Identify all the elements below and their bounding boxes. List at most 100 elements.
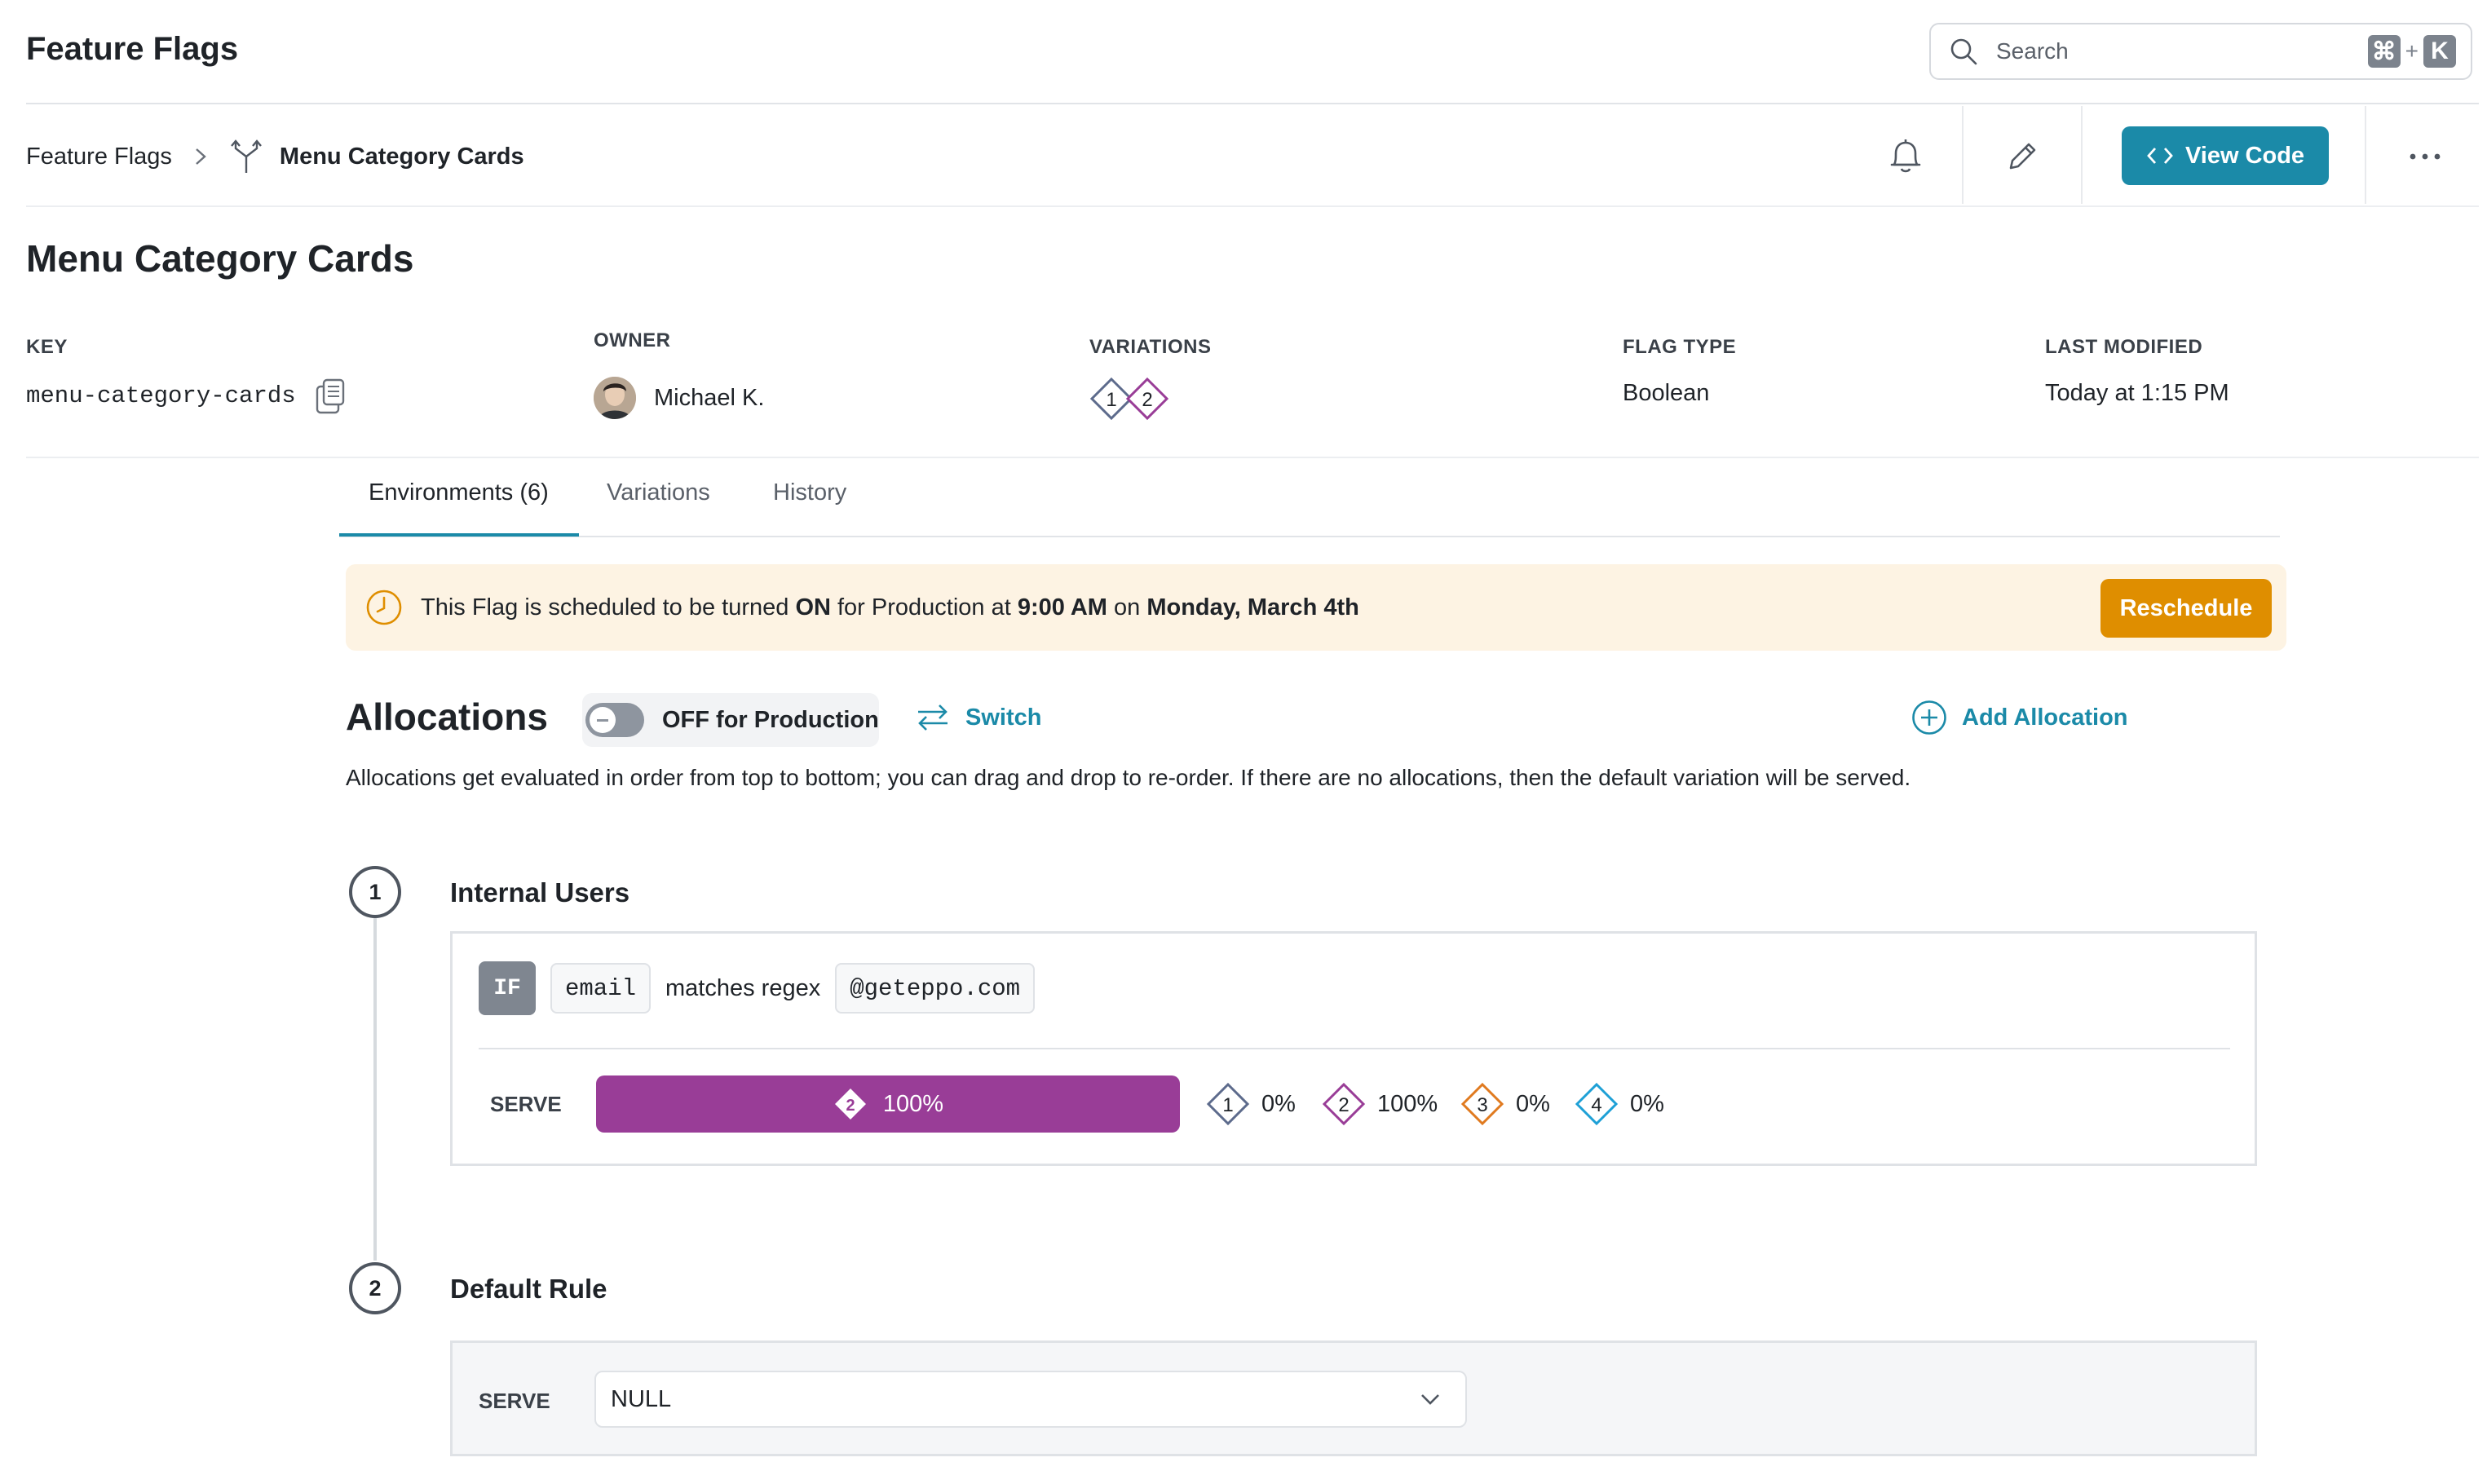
split-variation-2: 2	[1338, 1094, 1349, 1116]
variation-badge-2: 2	[1142, 389, 1152, 411]
split-arrows-icon	[229, 139, 263, 174]
variation-badge-1: 1	[1106, 389, 1116, 411]
split-percent-3: 0%	[1516, 1090, 1550, 1117]
breadcrumb: Feature Flags Menu Category Cards	[26, 139, 524, 174]
variations-label: VARIATIONS	[1089, 336, 1212, 358]
add-allocation-button[interactable]: Add Allocation	[1911, 700, 2128, 735]
variation-split-2: 2 100%	[1322, 1082, 1438, 1126]
production-toggle[interactable]	[585, 703, 644, 737]
targeting-rule: IF email matches regex @geteppo.com	[479, 961, 1036, 1015]
clock-icon	[365, 589, 403, 626]
default-serve-label: SERVE	[479, 1389, 550, 1413]
schedule-banner: This Flag is scheduled to be turned ON f…	[346, 564, 2286, 651]
default-variation-select[interactable]: NULL	[594, 1371, 1467, 1428]
notifications-button[interactable]	[1880, 130, 1932, 183]
schedule-message: This Flag is scheduled to be turned ON f…	[421, 594, 1359, 621]
allocation-title-internal-users[interactable]: Internal Users	[450, 877, 629, 908]
search-input[interactable]: Search ⌘ + K	[1929, 23, 2472, 80]
serve-bar-percent: 100%	[882, 1090, 944, 1117]
last-modified-label: LAST MODIFIED	[2045, 336, 2203, 358]
split-percent-2: 100%	[1377, 1090, 1438, 1117]
flag-type-value: Boolean	[1623, 380, 1710, 406]
toolbar-divider-line	[26, 205, 2479, 207]
if-badge: IF	[479, 961, 536, 1015]
tab-history[interactable]: History	[773, 479, 846, 506]
allocations-description: Allocations get evaluated in order from …	[346, 765, 1911, 790]
avatar	[594, 377, 636, 419]
k-key: K	[2423, 35, 2456, 68]
header-divider	[26, 103, 2479, 104]
owner-name: Michael K.	[654, 384, 765, 411]
more-options-button[interactable]	[2399, 130, 2451, 183]
serve-distribution-bar[interactable]: 2 100%	[596, 1075, 1180, 1133]
toolbar-divider	[1962, 106, 1964, 204]
more-horizontal-icon	[2409, 152, 2441, 161]
key-label: KEY	[26, 336, 68, 358]
allocations-title: Allocations	[346, 696, 548, 738]
shortcut-plus: +	[2405, 38, 2419, 64]
pencil-icon	[2004, 139, 2040, 174]
step-number-2: 2	[349, 1262, 401, 1314]
variation-badges: 1 2	[1089, 377, 1174, 421]
default-rule-title: Default Rule	[450, 1274, 607, 1304]
allocation-card[interactable]: IF email matches regex @geteppo.com SERV…	[450, 931, 2257, 1166]
chevron-right-icon	[193, 146, 208, 167]
timeline-connector	[373, 918, 377, 1261]
default-variation-value: NULL	[611, 1385, 672, 1412]
edit-button[interactable]	[1996, 130, 2048, 183]
search-shortcut: ⌘ + K	[2367, 35, 2456, 68]
variation-split-3: 3 0%	[1460, 1082, 1550, 1126]
toolbar-divider	[2365, 106, 2366, 204]
copy-icon[interactable]	[314, 377, 347, 414]
value-chip: @geteppo.com	[835, 963, 1036, 1014]
banner-text-2: for Production at	[830, 594, 1018, 621]
banner-on: ON	[795, 594, 831, 621]
meta-divider	[26, 457, 2479, 458]
active-tab-indicator	[339, 533, 579, 537]
view-code-button[interactable]: View Code	[2122, 126, 2329, 185]
card-divider	[479, 1048, 2230, 1049]
owner: Michael K.	[594, 377, 764, 419]
breadcrumb-current: Menu Category Cards	[279, 143, 524, 170]
reschedule-button[interactable]: Reschedule	[2100, 579, 2272, 638]
switch-label: Switch	[965, 704, 1042, 731]
tab-variations[interactable]: Variations	[607, 479, 710, 506]
split-variation-4: 4	[1591, 1094, 1601, 1116]
banner-date: Monday, March 4th	[1146, 594, 1359, 621]
search-icon	[1949, 37, 1978, 66]
variation-split-4: 4 0%	[1575, 1082, 1664, 1126]
code-brackets-icon	[2146, 145, 2174, 166]
banner-time: 9:00 AM	[1017, 594, 1107, 621]
breadcrumb-feature-flags[interactable]: Feature Flags	[26, 144, 172, 170]
cmd-key: ⌘	[2367, 35, 2401, 68]
split-variation-1: 1	[1222, 1094, 1233, 1116]
banner-text-3: on	[1107, 594, 1147, 621]
bell-icon	[1888, 137, 1924, 176]
last-modified-value: Today at 1:15 PM	[2045, 380, 2229, 406]
step-number-1: 1	[349, 866, 401, 918]
app-title: Feature Flags	[26, 31, 239, 67]
default-rule-card: SERVE NULL	[450, 1340, 2257, 1456]
banner-text-1: This Flag is scheduled to be turned	[421, 594, 796, 621]
view-code-label: View Code	[2184, 142, 2305, 169]
split-percent-4: 0%	[1630, 1090, 1664, 1117]
page-title: Menu Category Cards	[26, 237, 414, 280]
operator-text: matches regex	[665, 974, 821, 1001]
owner-label: OWNER	[594, 329, 671, 351]
tab-environments[interactable]: Environments (6)	[369, 479, 549, 506]
production-status-label: OFF for Production	[662, 706, 879, 733]
split-percent-1: 0%	[1261, 1090, 1296, 1117]
split-variation-3: 3	[1477, 1094, 1487, 1116]
plus-circle-icon	[1911, 700, 1947, 735]
variation-2-icon: 2	[833, 1086, 868, 1122]
switch-environment-link[interactable]: Switch	[915, 703, 1041, 732]
add-allocation-label: Add Allocation	[1962, 704, 2128, 731]
switch-arrows-icon	[915, 703, 951, 732]
production-status: OFF for Production	[582, 693, 879, 747]
serve-label: SERVE	[490, 1092, 562, 1116]
flag-key: menu-category-cards	[26, 377, 347, 414]
toolbar-divider	[2081, 106, 2083, 204]
chevron-down-icon	[1420, 1393, 1441, 1406]
search-placeholder: Search	[1996, 38, 2069, 64]
tabs-baseline	[339, 536, 2280, 537]
